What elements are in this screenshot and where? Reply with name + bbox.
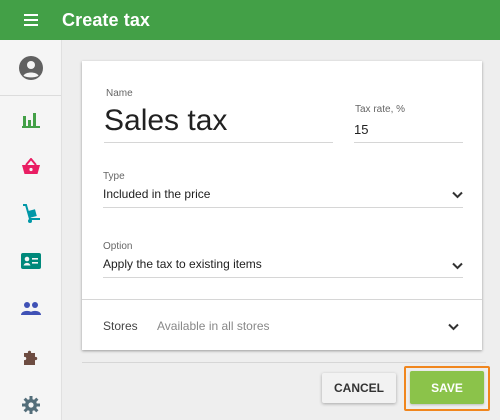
sidebar-item-integrations[interactable] <box>0 342 62 372</box>
option-label: Option <box>103 241 133 252</box>
type-label: Type <box>103 171 125 182</box>
save-button[interactable]: SAVE <box>410 371 484 404</box>
sidebar <box>0 40 62 420</box>
sidebar-item-reports[interactable] <box>0 105 62 135</box>
menu-button[interactable] <box>0 0 62 40</box>
tax-rate-underline <box>354 142 463 143</box>
puzzle-icon <box>24 350 38 365</box>
account-circle-icon <box>18 55 43 80</box>
chevron-down-icon[interactable] <box>448 323 459 331</box>
name-label: Name <box>106 88 133 99</box>
sidebar-item-items[interactable] <box>0 152 62 182</box>
stores-divider <box>82 299 482 300</box>
gear-icon <box>22 396 40 414</box>
sidebar-item-employees[interactable] <box>0 246 62 276</box>
chevron-down-icon[interactable] <box>452 262 463 270</box>
sidebar-item-account[interactable] <box>0 40 61 96</box>
footer-divider <box>82 362 486 363</box>
bar-chart-icon <box>22 113 40 128</box>
people-icon <box>21 302 41 315</box>
name-input[interactable]: Sales tax <box>104 103 227 139</box>
hamburger-icon <box>24 14 38 26</box>
type-underline <box>103 207 463 208</box>
page-title: Create tax <box>62 9 151 30</box>
option-underline <box>103 277 463 278</box>
app-header: Create tax <box>0 0 500 40</box>
sidebar-item-customers[interactable] <box>0 293 62 323</box>
id-card-icon <box>21 253 41 269</box>
hand-truck-icon <box>23 204 40 223</box>
chevron-down-icon[interactable] <box>452 191 463 199</box>
stores-label: Stores <box>103 319 138 333</box>
type-select[interactable]: Included in the price <box>103 187 210 201</box>
cancel-button[interactable]: CANCEL <box>322 373 396 403</box>
basket-icon <box>22 158 40 174</box>
tax-rate-input[interactable]: 15 <box>354 122 368 137</box>
option-select[interactable]: Apply the tax to existing items <box>103 257 262 271</box>
sidebar-item-settings[interactable] <box>0 390 62 420</box>
sidebar-item-inventory[interactable] <box>0 199 62 229</box>
name-underline <box>104 142 333 143</box>
tax-form-card: Name Sales tax Tax rate, % 15 Type Inclu… <box>82 61 482 350</box>
stores-value[interactable]: Available in all stores <box>157 319 270 333</box>
tax-rate-label: Tax rate, % <box>355 104 406 115</box>
